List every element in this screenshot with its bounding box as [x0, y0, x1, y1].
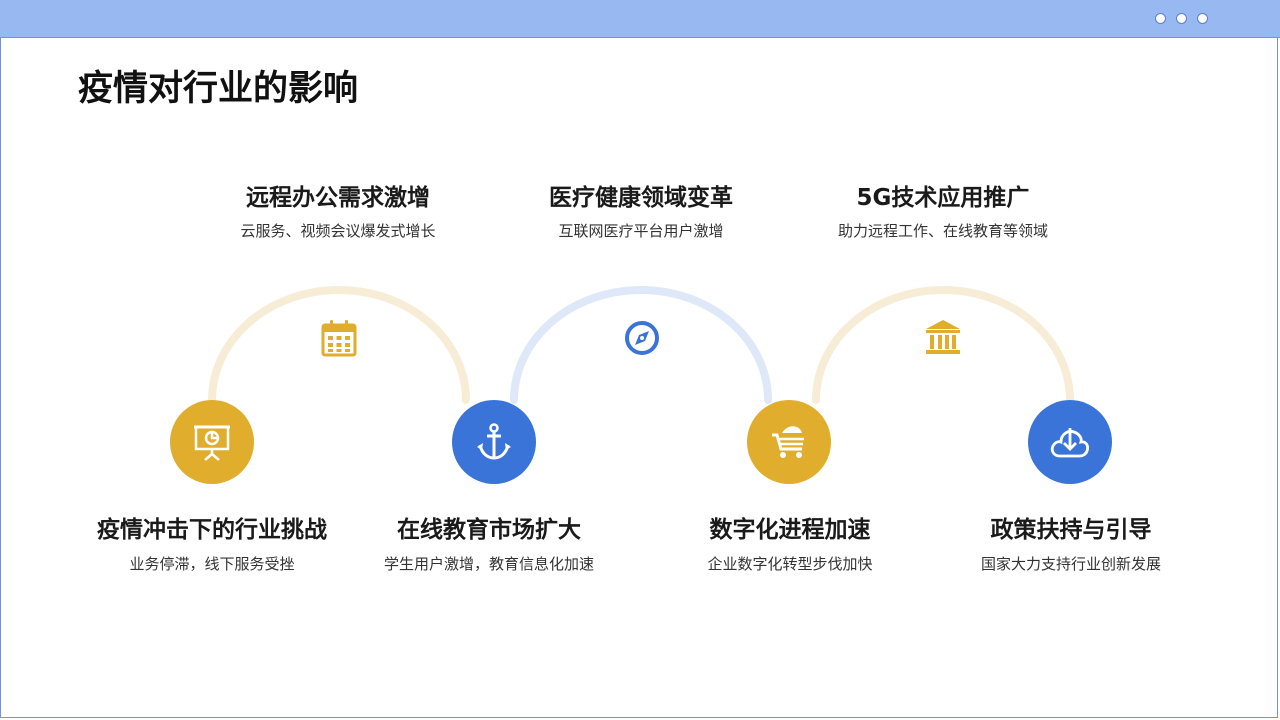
top-item-desc: 云服务、视频会议爆发式增长 — [240, 222, 436, 240]
bottom-item-title: 在线教育市场扩大 — [397, 517, 581, 543]
bottom-item-desc: 业务停滞，线下服务受挫 — [129, 555, 295, 573]
bottom-item-desc: 国家大力支持行业创新发展 — [980, 555, 1161, 573]
top-item-desc: 助力远程工作、在线教育等领域 — [837, 222, 1048, 240]
bank-icon — [926, 320, 960, 354]
top-item-title: 5G技术应用推广 — [856, 185, 1030, 211]
bottom-item-title: 政策扶持与引导 — [990, 517, 1152, 543]
calendar-icon — [321, 320, 357, 357]
cart-icon — [772, 426, 804, 458]
compass-icon — [625, 321, 659, 355]
bottom-item-title: 数字化进程加速 — [709, 517, 871, 543]
top-item-title: 远程办公需求激增 — [246, 185, 430, 211]
download-cloud-icon — [1050, 428, 1090, 458]
presentation-icon — [194, 425, 230, 461]
top-item-title: 医疗健康领域变革 — [549, 185, 733, 211]
bottom-item-title: 疫情冲击下的行业挑战 — [97, 517, 327, 543]
timeline-arcs — [208, 286, 1074, 404]
anchor-circle — [452, 400, 536, 484]
bottom-item-desc: 学生用户激增，教育信息化加速 — [383, 555, 594, 573]
bottom-item-desc: 企业数字化转型步伐加快 — [707, 555, 873, 573]
presentation-circle — [170, 400, 254, 484]
download-cloud-circle — [1028, 400, 1112, 484]
top-item-desc: 互联网医疗平台用户激增 — [558, 222, 724, 240]
anchor-icon — [477, 423, 511, 460]
cart-circle — [747, 400, 831, 484]
